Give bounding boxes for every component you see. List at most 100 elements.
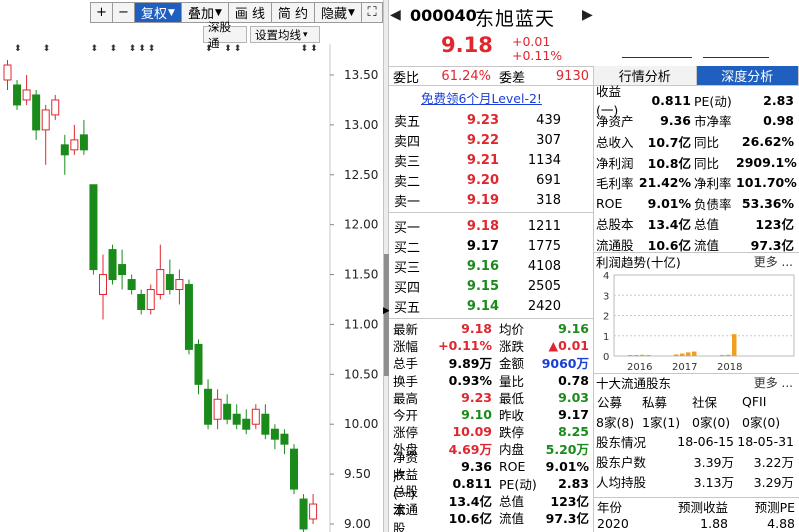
fund-value: 123亿 (755, 217, 794, 233)
stat-label: 今开 (393, 408, 419, 424)
level2-promo-link[interactable]: 免费领6个月Level-2! (421, 88, 542, 107)
y-tick-label: 13.00 (344, 118, 378, 132)
chevron-down-icon: ▾ (303, 29, 308, 40)
fund-value: 0.98 (763, 113, 794, 129)
profit-bar (628, 354, 633, 356)
shengutong-button[interactable]: 深股通 (203, 20, 247, 50)
stat-row: 最新 9.18 均价 9.16 (389, 320, 593, 337)
ask-book: 卖五 9.23 439 卖四 9.22 307 卖三 9.21 1134 卖二 9.20 691 卖一 9… (389, 110, 593, 210)
next-stock-icon[interactable]: ▶ (582, 7, 593, 23)
stat-value: 9.23 (461, 389, 492, 405)
holder-stat-label: 股东户数 (596, 454, 647, 470)
fundamentals: 收益(一) 0.811 PE(动) 2.83 净资产 9.36 市净率 0.98 总收入 10.7… (594, 84, 799, 255)
candle-body (146, 289, 155, 310)
y-tick-label: 2 (603, 312, 609, 323)
bid-row[interactable]: 买五 9.14 2420 (389, 296, 593, 316)
level-price: 9.18 (466, 218, 499, 234)
profit-trend-header: 利润趋势(十亿) 更多 ... (594, 252, 799, 270)
candle-body (213, 398, 222, 420)
level-price: 9.22 (466, 132, 499, 148)
stat-label: 换手 (393, 373, 419, 389)
stat-value: 0.78 (558, 372, 589, 388)
zoom-out-button[interactable]: − (112, 2, 135, 23)
level-label: 卖一 (394, 194, 421, 210)
zoom-in-button[interactable]: + (90, 2, 113, 23)
bid-row[interactable]: 买二 9.17 1775 (389, 236, 593, 256)
holder-stat-value: 18-05-31 (737, 433, 794, 449)
level-volume: 439 (536, 112, 561, 128)
holder-stat-value: 3.39万 (693, 454, 734, 470)
ma-settings-dropdown[interactable]: 设置均线 ▾ (250, 26, 320, 43)
y-tick-label: 3 (603, 291, 609, 302)
candle-body (280, 433, 289, 445)
holder-count: 0家(0) (742, 414, 781, 430)
fund-value: 2.83 (763, 92, 794, 108)
hide-dropdown[interactable]: 隐藏 ▼ (314, 2, 362, 23)
stat-label: 流值 (499, 511, 525, 527)
bid-row[interactable]: 买一 9.18 1211 (389, 216, 593, 236)
level-volume: 1775 (527, 238, 561, 254)
bid-row[interactable]: 买四 9.15 2505 (389, 276, 593, 296)
weicha-value: 9130 (555, 68, 589, 84)
candle-body (156, 269, 165, 296)
expand-icon[interactable]: ⛶ (361, 2, 383, 23)
stat-label: 最低 (499, 390, 525, 406)
stat-value: 10.09 (452, 424, 492, 440)
stat-label: 涨停 (393, 425, 419, 441)
level-label: 买五 (394, 300, 421, 316)
stat-value: 9.36 (461, 458, 492, 474)
top10-more-link[interactable]: 更多 ... (754, 374, 793, 391)
stock-code: 000040 (410, 6, 477, 25)
ask-row[interactable]: 卖一 9.19 318 (389, 190, 593, 210)
y-tick-label: 1 (603, 332, 609, 343)
fuquan-dropdown[interactable]: 复权 ▼ (134, 2, 182, 23)
holder-stat-label: 人均持股 (596, 474, 647, 490)
candle-body (175, 279, 184, 291)
fuquan-label: 复权 (141, 7, 168, 22)
kline-chart-pane[interactable]: 13.50 13.00 12.50 12.00 11.50 11.00 10.50 10.00… (0, 0, 383, 532)
holder-types: 公募 私募 社保 QFII 8家(8) 1家(1) 0家(0) 0家(0) (594, 391, 799, 431)
bid-row[interactable]: 买三 9.16 4108 (389, 256, 593, 276)
candle-body (60, 144, 69, 156)
profit-bar (646, 354, 651, 356)
profit-bar (634, 354, 639, 356)
level-label: 买一 (394, 220, 421, 236)
kline-chart[interactable]: 13.50 13.00 12.50 12.00 11.50 11.00 10.50 10.00… (0, 0, 383, 532)
y-tick-label: 11.00 (344, 317, 378, 331)
prev-stock-icon[interactable]: ◀ (390, 7, 401, 23)
ask-row[interactable]: 卖五 9.23 439 (389, 110, 593, 130)
fundamental-row: 总收入 10.7亿 同比 26.62% (594, 131, 799, 152)
holder-count: 0家(0) (692, 414, 731, 430)
fund-value: 26.62% (741, 133, 794, 149)
stat-value: 9.18 (461, 321, 492, 337)
ask-row[interactable]: 卖三 9.21 1134 (389, 150, 593, 170)
divider (622, 57, 692, 58)
fund-value: 9.36 (660, 113, 691, 129)
y-tick-label: 11.50 (344, 268, 378, 282)
fund-label: 毛利率 (596, 176, 634, 192)
simple-mode-button[interactable]: 简 约 (271, 2, 315, 23)
fund-label: 同比 (694, 155, 720, 171)
fund-value: 13.4亿 (647, 217, 691, 233)
stat-value: 9.89万 (448, 356, 492, 372)
forecast-pe: 4.88 (767, 516, 795, 531)
stat-label: 总手 (393, 356, 419, 372)
stat-row: 换手 0.93% 量比 0.78 (389, 372, 593, 389)
y-tick-label: 12.00 (344, 218, 378, 232)
forecast-year-head: 年份 (597, 500, 623, 515)
weibi-row: 委比 61.24% 委差 9130 (389, 66, 593, 86)
stat-label: PE(动) (499, 476, 537, 492)
candle-body (79, 134, 88, 151)
candle-body (309, 503, 318, 520)
holder-stats: 股东情况 18-06-15 18-05-31 股东户数 3.39万 3.22万 人均持股 3.… (594, 431, 799, 491)
ask-row[interactable]: 卖四 9.22 307 (389, 130, 593, 150)
level-price: 9.21 (466, 152, 499, 168)
stat-value: 9.16 (558, 321, 589, 337)
candle-body (127, 279, 136, 291)
profit-trend-more-link[interactable]: 更多 ... (754, 253, 793, 270)
tab-deep-analysis[interactable]: 深度分析 (696, 66, 799, 85)
stat-value: 9.01% (545, 458, 589, 474)
ask-row[interactable]: 卖二 9.20 691 (389, 170, 593, 190)
y-tick-label: 12.50 (344, 168, 378, 182)
level-volume: 307 (536, 132, 561, 148)
